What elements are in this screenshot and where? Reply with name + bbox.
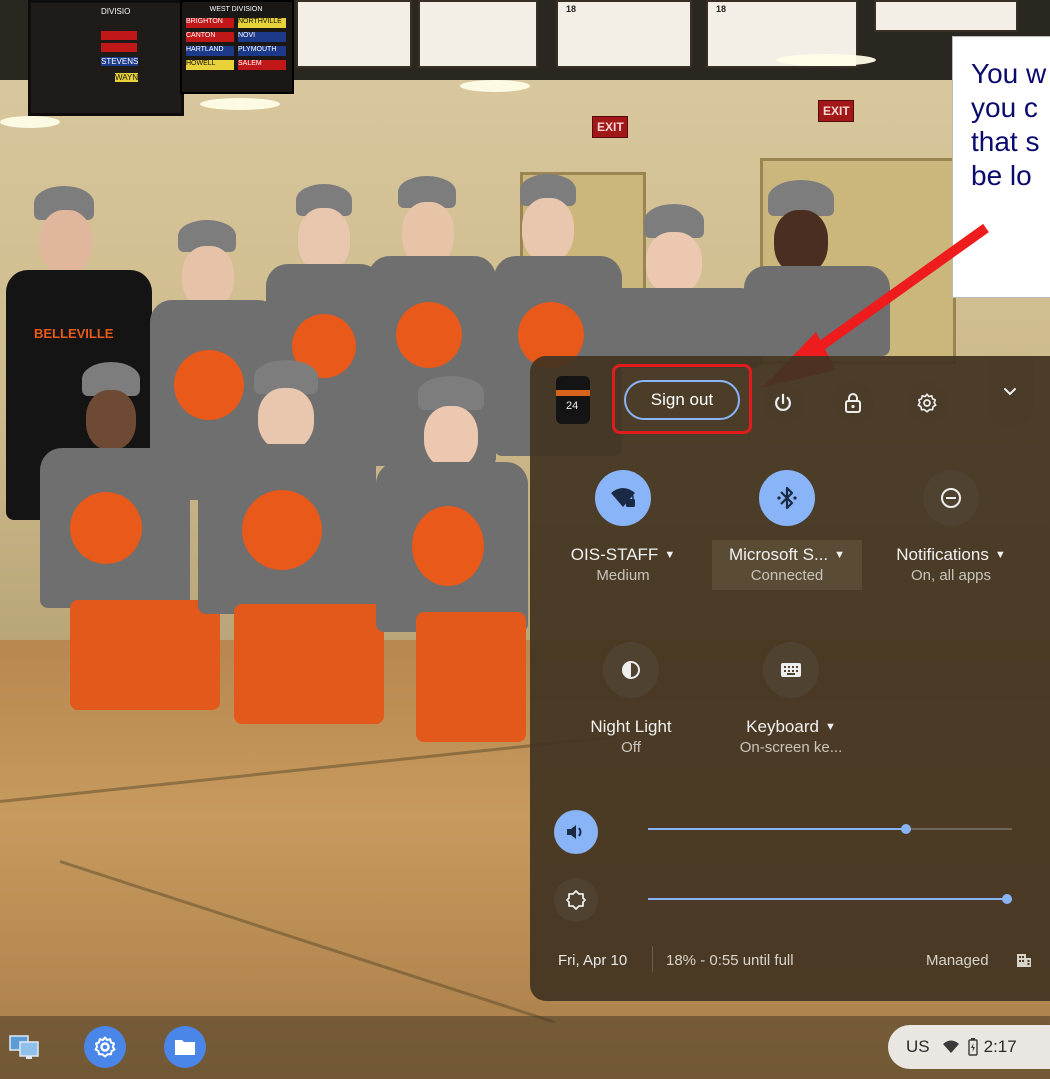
scoreboard-text: DIVISIO xyxy=(101,7,131,16)
banner: 18 xyxy=(556,0,692,68)
shelf-app-remote-desktop[interactable] xyxy=(4,1026,46,1068)
keyboard-label: Keyboard xyxy=(746,717,819,736)
network-label: OIS-STAFF xyxy=(570,545,659,564)
banner-number: 18 xyxy=(716,4,727,14)
ceiling-light xyxy=(0,116,60,128)
date-label[interactable]: Fri, Apr 10 xyxy=(558,952,627,969)
bluetooth-toggle[interactable] xyxy=(759,470,815,526)
volume-slider[interactable] xyxy=(648,822,1012,836)
tile-notifications[interactable]: Notifications ▼ On, all apps xyxy=(876,470,1026,590)
sign-out-button[interactable]: Sign out xyxy=(624,380,740,420)
lock-icon xyxy=(845,393,861,413)
bluetooth-status: Connected xyxy=(750,567,824,584)
night-light-status: Off xyxy=(621,739,641,756)
battery-charging-icon xyxy=(967,1038,978,1056)
ceiling-light xyxy=(460,80,530,92)
remote-desktop-icon xyxy=(9,1035,39,1059)
battery-status: 18% - 0:55 until full xyxy=(666,952,794,969)
settings-gear-icon xyxy=(917,393,937,413)
division-team: SALEM xyxy=(238,60,286,70)
lock-button[interactable] xyxy=(832,382,874,424)
collapse-button[interactable] xyxy=(986,356,1034,426)
brightness-button[interactable] xyxy=(554,878,598,922)
tile-keyboard[interactable]: Keyboard ▼ On-screen ke... xyxy=(716,642,866,762)
caret-icon: ▼ xyxy=(994,549,1006,561)
keyboard-icon xyxy=(781,663,801,677)
exit-sign: EXIT xyxy=(818,100,854,122)
settings-button[interactable] xyxy=(906,382,948,424)
scoreboard: DIVISIO STEVENS WAYN xyxy=(28,0,184,116)
division-team: HARTLAND xyxy=(186,46,234,56)
division-team: NORTHVILLE xyxy=(238,18,286,28)
ceiling-light xyxy=(776,54,876,66)
exit-sign: EXIT xyxy=(592,116,628,138)
tile-night-light[interactable]: Night Light Off xyxy=(556,642,706,762)
shelf-app-settings[interactable] xyxy=(84,1026,126,1068)
exit-sign-text: EXIT xyxy=(823,104,850,118)
keyboard-status: On-screen ke... xyxy=(739,739,843,756)
banner xyxy=(874,0,1018,32)
files-app-icon xyxy=(175,1040,195,1055)
scoreboard-text: STEVENS xyxy=(101,57,139,66)
division-team: BRIGHTON xyxy=(186,18,234,28)
scoreboard-row xyxy=(101,43,137,52)
status-area[interactable]: US 2:17 xyxy=(888,1025,1050,1069)
division-team: NOVI xyxy=(238,32,286,42)
exit-sign-text: EXIT xyxy=(597,120,624,134)
footer-divider xyxy=(652,946,653,972)
volume-icon xyxy=(567,825,582,839)
division-title: WEST DIVISION xyxy=(209,6,263,13)
tile-bluetooth[interactable]: Microsoft S... ▼ Connected xyxy=(712,470,862,590)
tile-network[interactable]: OIS-STAFF ▼ Medium xyxy=(548,470,698,590)
night-light-toggle[interactable] xyxy=(603,642,659,698)
clock: 2:17 xyxy=(983,1037,1017,1056)
network-status: Medium xyxy=(596,567,650,584)
brightness-slider-thumb[interactable] xyxy=(1002,894,1012,904)
caret-icon: ▼ xyxy=(664,549,676,561)
brightness-icon xyxy=(566,890,586,910)
caret-icon: ▼ xyxy=(834,549,846,561)
division-team: HOWELL xyxy=(186,60,234,70)
user-avatar[interactable]: 24 xyxy=(556,376,590,424)
division-team: CANTON xyxy=(186,32,234,42)
bluetooth-icon xyxy=(777,486,797,510)
wifi-icon xyxy=(942,1040,959,1053)
network-toggle[interactable] xyxy=(595,470,651,526)
banner xyxy=(296,0,412,68)
wifi-locked-icon xyxy=(611,488,635,507)
division-team: PLYMOUTH xyxy=(238,46,286,56)
notifications-status: On, all apps xyxy=(910,567,992,584)
power-icon xyxy=(775,393,791,412)
shelf-app-files[interactable] xyxy=(164,1026,206,1068)
chevron-down-icon xyxy=(1004,388,1016,396)
notifications-toggle[interactable] xyxy=(923,470,979,526)
power-button[interactable] xyxy=(762,382,804,424)
volume-mute-button[interactable] xyxy=(554,810,598,854)
keyboard-toggle[interactable] xyxy=(763,642,819,698)
banner-number: 18 xyxy=(566,4,577,14)
volume-slider-fill xyxy=(648,828,906,830)
managed-label[interactable]: Managed xyxy=(926,952,989,969)
banner xyxy=(418,0,538,68)
scoreboard-row xyxy=(101,31,137,40)
managed-building-icon[interactable] xyxy=(1016,952,1032,968)
night-light-label: Night Light xyxy=(590,717,672,736)
volume-slider-track xyxy=(906,828,1012,830)
scoreboard-text: WAYN xyxy=(115,73,139,82)
settings-app-icon xyxy=(94,1036,116,1058)
ime-indicator: US xyxy=(906,1037,930,1056)
quick-settings-panel: 24 Sign out OIS-STAFF ▼ Medium Microsoft… xyxy=(530,356,1050,1001)
brightness-slider-fill xyxy=(648,898,1012,900)
division-board: WEST DIVISION BRIGHTON NORTHVILLE CANTON… xyxy=(180,0,294,94)
annotation-text: You w you c that s be lo xyxy=(971,58,1047,191)
ceiling-light xyxy=(200,98,280,110)
notifications-label: Notifications xyxy=(896,545,989,564)
night-light-icon xyxy=(622,661,640,679)
caret-icon: ▼ xyxy=(824,721,836,733)
volume-slider-thumb[interactable] xyxy=(901,824,911,834)
brightness-slider[interactable] xyxy=(648,892,1012,906)
bluetooth-label: Microsoft S... xyxy=(728,545,829,564)
do-not-disturb-icon xyxy=(941,488,961,508)
jersey-text: BELLEVILLE xyxy=(34,326,114,341)
